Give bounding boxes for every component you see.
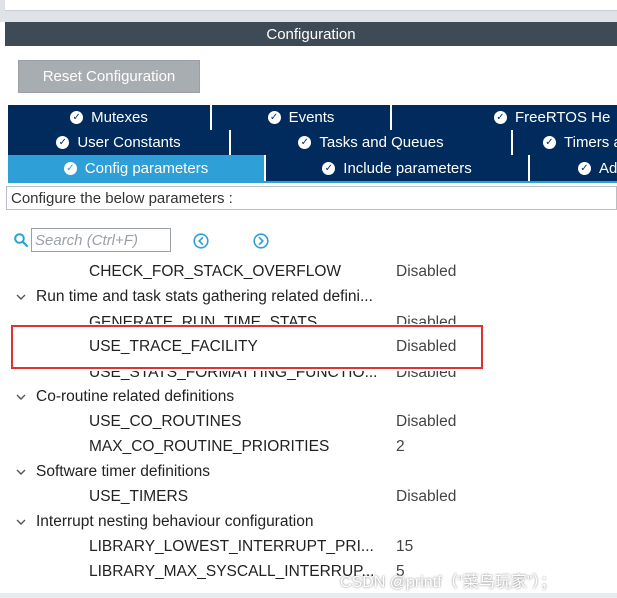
param-name: MAX_CO_ROUTINE_PRIORITIES (89, 438, 330, 455)
param-row-check-for-stack-overflow[interactable]: CHECK_FOR_STACK_OVERFLOW Disabled (0, 260, 617, 285)
check-circle-icon: ✓ (56, 136, 70, 149)
check-circle-icon: ✓ (322, 161, 336, 175)
tab-row-3: ✓ Config parameters ✓ Include parameters… (8, 155, 617, 181)
top-divider (5, 0, 617, 11)
configure-parameters-text: Configure the below parameters : (11, 189, 233, 207)
check-circle-icon: ✓ (63, 161, 77, 175)
tab-label: Mutexes (91, 109, 148, 126)
panel-title: Configuration (266, 25, 356, 43)
param-name: USE_STATS_FORMATTING_FUNCTIO... (89, 371, 378, 381)
next-circle-icon[interactable] (253, 233, 269, 249)
chevron-down-icon[interactable] (15, 291, 27, 303)
group-label: Co-routine related definitions (36, 388, 235, 405)
chevron-down-icon[interactable] (15, 516, 27, 528)
previous-circle-icon[interactable] (193, 233, 209, 249)
chevron-down-icon[interactable] (15, 466, 27, 478)
check-circle-icon: ✓ (267, 111, 281, 124)
check-circle-icon: ✓ (70, 111, 84, 124)
watermark: CSDN @printf（“菜鸟玩家”）； (340, 574, 557, 591)
param-value[interactable]: Disabled (396, 263, 456, 281)
param-name: GENERATE_RUN_TIME_STATS (89, 314, 318, 324)
tab-label: Tasks and Queues (319, 134, 444, 151)
param-row-use-co-routines[interactable]: USE_CO_ROUTINES Disabled (0, 410, 617, 435)
reset-configuration-button[interactable]: Reset Configuration (18, 60, 200, 93)
check-circle-icon: ✓ (298, 136, 312, 149)
param-value[interactable]: 2 (396, 438, 405, 456)
param-name: CHECK_FOR_STACK_OVERFLOW (89, 263, 342, 280)
tab-mutexes[interactable]: ✓ Mutexes (8, 105, 212, 130)
param-row-max-co-routine-priorities[interactable]: MAX_CO_ROUTINE_PRIORITIES 2 (0, 435, 617, 460)
param-value[interactable]: Disabled (396, 413, 456, 431)
search-input[interactable] (31, 228, 171, 252)
tab-events[interactable]: ✓ Events (212, 105, 392, 130)
param-value[interactable]: Disabled (396, 488, 456, 506)
check-circle-icon: ✓ (578, 161, 591, 175)
tab-label: Timers a (564, 134, 617, 151)
search-icon[interactable] (13, 232, 29, 248)
window-top-strip (0, 0, 617, 22)
configuration-title-bar: Configuration (5, 22, 617, 46)
bottom-scroll-edge (0, 593, 617, 598)
param-value[interactable]: Disabled (396, 314, 456, 324)
param-row-use-stats-formatting-functions[interactable]: USE_STATS_FORMATTING_FUNCTIO... Disabled (0, 371, 617, 385)
group-row-run-time-stats[interactable]: Run time and task stats gathering relate… (0, 285, 617, 310)
group-row-co-routine[interactable]: Co-routine related definitions (0, 385, 617, 410)
tab-tasks-and-queues[interactable]: ✓ Tasks and Queues (231, 130, 513, 155)
tab-row-1: ✓ Mutexes ✓ Events ✓ FreeRTOS He (8, 105, 617, 130)
param-row-library-lowest-interrupt-priority[interactable]: LIBRARY_LOWEST_INTERRUPT_PRI... 15 (0, 535, 617, 560)
tab-config-parameters[interactable]: ✓ Config parameters (8, 155, 266, 181)
tab-label: Config parameters (84, 159, 209, 177)
tab-label: Ad (599, 159, 617, 177)
group-row-software-timer[interactable]: Software timer definitions (0, 460, 617, 485)
tab-row-2: ✓ User Constants ✓ Tasks and Queues ✓ Ti… (8, 130, 617, 155)
tab-timers-and-semaphores[interactable]: ✓ Timers a (513, 130, 617, 155)
param-row-use-timers[interactable]: USE_TIMERS Disabled (0, 485, 617, 510)
active-tab-underline (8, 181, 617, 183)
tab-label: Include parameters (343, 159, 472, 177)
check-circle-icon: ✓ (543, 136, 556, 149)
param-name: LIBRARY_LOWEST_INTERRUPT_PRI... (89, 538, 374, 555)
tab-user-constants[interactable]: ✓ User Constants (8, 130, 231, 155)
chevron-down-icon[interactable] (15, 391, 27, 403)
param-value[interactable]: Disabled (396, 371, 456, 382)
tab-freertos-heap[interactable]: ✓ FreeRTOS He (392, 105, 617, 130)
param-name: USE_CO_ROUTINES (89, 413, 242, 430)
param-row-generate-run-time-stats[interactable]: GENERATE_RUN_TIME_STATS Disabled (0, 310, 617, 324)
param-name: USE_TIMERS (89, 488, 189, 505)
group-row-interrupt-nesting[interactable]: Interrupt nesting behaviour configuratio… (0, 510, 617, 535)
param-name: LIBRARY_MAX_SYSCALL_INTERRUP... (89, 563, 375, 580)
group-label: Software timer definitions (36, 463, 211, 480)
tab-label: FreeRTOS He (515, 109, 611, 126)
configure-parameters-label: Configure the below parameters : (6, 186, 617, 210)
highlight-annotation-box (11, 325, 483, 369)
tab-include-parameters[interactable]: ✓ Include parameters (266, 155, 530, 181)
group-label: Interrupt nesting behaviour configuratio… (36, 513, 314, 530)
check-circle-icon: ✓ (494, 111, 507, 124)
tab-advanced-settings[interactable]: ✓ Ad (530, 155, 617, 181)
reset-configuration-label: Reset Configuration (42, 68, 176, 85)
group-label: Run time and task stats gathering relate… (36, 288, 373, 305)
tab-label: Events (288, 109, 335, 126)
param-value[interactable]: 15 (396, 538, 413, 556)
tab-label: User Constants (77, 134, 181, 151)
